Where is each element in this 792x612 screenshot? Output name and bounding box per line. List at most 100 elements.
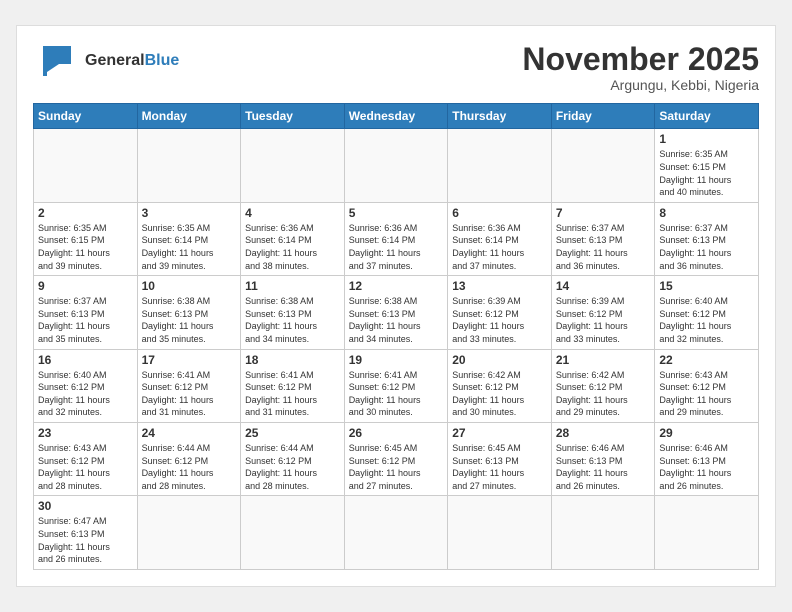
calendar-cell: 8Sunrise: 6:37 AM Sunset: 6:13 PM Daylig… xyxy=(655,202,759,275)
calendar-cell: 16 Sunrise: 6:40 AM Sunset: 6:12 PM Dayli… xyxy=(34,349,138,422)
calendar-cell: 28Sunrise: 6:46 AM Sunset: 6:13 PM Dayli… xyxy=(551,422,655,495)
calendar-cell: 5 Sunrise: 6:36 AM Sunset: 6:14 PM Daylig… xyxy=(344,202,448,275)
calendar-cell: 29 Sunrise: 6:46 AM Sunset: 6:13 PM Dayli… xyxy=(655,422,759,495)
calendar-cell: 3 Sunrise: 6:35 AM Sunset: 6:14 PM Daylig… xyxy=(137,202,241,275)
day-number: 12 xyxy=(349,279,444,293)
day-info: Sunrise: 6:38 AM Sunset: 6:13 PM Dayligh… xyxy=(142,295,237,345)
day-number: 28 xyxy=(556,426,651,440)
calendar-cell: 11Sunrise: 6:38 AM Sunset: 6:13 PM Dayli… xyxy=(241,276,345,349)
day-number: 27 xyxy=(452,426,547,440)
calendar-cell: 13Sunrise: 6:39 AM Sunset: 6:12 PM Dayli… xyxy=(448,276,552,349)
day-number: 26 xyxy=(349,426,444,440)
day-info: Sunrise: 6:43 AM Sunset: 6:12 PM Dayligh… xyxy=(659,369,754,419)
day-number: 21 xyxy=(556,353,651,367)
day-number: 14 xyxy=(556,279,651,293)
calendar-cell: 4 Sunrise: 6:36 AM Sunset: 6:14 PM Daylig… xyxy=(241,202,345,275)
calendar-cell xyxy=(241,496,345,569)
day-info: Sunrise: 6:37 AM Sunset: 6:13 PM Dayligh… xyxy=(556,222,651,272)
day-number: 1 xyxy=(659,132,754,146)
title-area: November 2025 Argungu, Kebbi, Nigeria xyxy=(522,42,759,93)
day-number: 3 xyxy=(142,206,237,220)
calendar-cell: 27 Sunrise: 6:45 AM Sunset: 6:13 PM Dayli… xyxy=(448,422,552,495)
day-number: 7 xyxy=(556,206,651,220)
day-number: 10 xyxy=(142,279,237,293)
calendar-cell: 25 Sunrise: 6:44 AM Sunset: 6:12 PM Dayli… xyxy=(241,422,345,495)
day-info: Sunrise: 6:44 AM Sunset: 6:12 PM Dayligh… xyxy=(245,442,340,492)
weekday-header-friday: Friday xyxy=(551,104,655,129)
calendar-cell xyxy=(241,129,345,202)
week-row-2: 9 Sunrise: 6:37 AM Sunset: 6:13 PM Daylig… xyxy=(34,276,759,349)
calendar-cell xyxy=(448,129,552,202)
day-info: Sunrise: 6:46 AM Sunset: 6:13 PM Dayligh… xyxy=(659,442,754,492)
day-info: Sunrise: 6:41 AM Sunset: 6:12 PM Dayligh… xyxy=(142,369,237,419)
logo-area: GeneralBlue xyxy=(33,42,179,80)
weekday-header-thursday: Thursday xyxy=(448,104,552,129)
day-info: Sunrise: 6:47 AM Sunset: 6:13 PM Dayligh… xyxy=(38,515,133,565)
calendar-cell xyxy=(34,129,138,202)
calendar-cell: 19Sunrise: 6:41 AM Sunset: 6:12 PM Dayli… xyxy=(344,349,448,422)
day-number: 18 xyxy=(245,353,340,367)
location: Argungu, Kebbi, Nigeria xyxy=(522,77,759,93)
calendar-cell: 20 Sunrise: 6:42 AM Sunset: 6:12 PM Dayli… xyxy=(448,349,552,422)
calendar-cell: 14Sunrise: 6:39 AM Sunset: 6:12 PM Dayli… xyxy=(551,276,655,349)
calendar-cell: 24Sunrise: 6:44 AM Sunset: 6:12 PM Dayli… xyxy=(137,422,241,495)
header: GeneralBlue November 2025 Argungu, Kebbi… xyxy=(33,42,759,93)
day-info: Sunrise: 6:45 AM Sunset: 6:13 PM Dayligh… xyxy=(452,442,547,492)
day-info: Sunrise: 6:37 AM Sunset: 6:13 PM Dayligh… xyxy=(38,295,133,345)
calendar-cell: 9 Sunrise: 6:37 AM Sunset: 6:13 PM Daylig… xyxy=(34,276,138,349)
day-number: 9 xyxy=(38,279,133,293)
day-info: Sunrise: 6:40 AM Sunset: 6:12 PM Dayligh… xyxy=(659,295,754,345)
calendar-cell xyxy=(137,496,241,569)
logo-icon xyxy=(33,42,81,80)
calendar-cell: 6 Sunrise: 6:36 AM Sunset: 6:14 PM Daylig… xyxy=(448,202,552,275)
day-number: 5 xyxy=(349,206,444,220)
logo-blue: Blue xyxy=(145,52,180,69)
week-row-5: 30 Sunrise: 6:47 AM Sunset: 6:13 PM Dayli… xyxy=(34,496,759,569)
day-info: Sunrise: 6:43 AM Sunset: 6:12 PM Dayligh… xyxy=(38,442,133,492)
day-number: 8 xyxy=(659,206,754,220)
day-info: Sunrise: 6:36 AM Sunset: 6:14 PM Dayligh… xyxy=(452,222,547,272)
calendar-cell: 26Sunrise: 6:45 AM Sunset: 6:12 PM Dayli… xyxy=(344,422,448,495)
calendar-cell: 12Sunrise: 6:38 AM Sunset: 6:13 PM Dayli… xyxy=(344,276,448,349)
calendar-cell: 7 Sunrise: 6:37 AM Sunset: 6:13 PM Daylig… xyxy=(551,202,655,275)
day-info: Sunrise: 6:36 AM Sunset: 6:14 PM Dayligh… xyxy=(349,222,444,272)
week-row-3: 16 Sunrise: 6:40 AM Sunset: 6:12 PM Dayli… xyxy=(34,349,759,422)
day-number: 4 xyxy=(245,206,340,220)
day-info: Sunrise: 6:35 AM Sunset: 6:14 PM Dayligh… xyxy=(142,222,237,272)
day-number: 16 xyxy=(38,353,133,367)
day-info: Sunrise: 6:40 AM Sunset: 6:12 PM Dayligh… xyxy=(38,369,133,419)
day-number: 15 xyxy=(659,279,754,293)
day-number: 11 xyxy=(245,279,340,293)
day-number: 13 xyxy=(452,279,547,293)
day-number: 20 xyxy=(452,353,547,367)
calendar-cell: 15 Sunrise: 6:40 AM Sunset: 6:12 PM Dayli… xyxy=(655,276,759,349)
day-info: Sunrise: 6:35 AM Sunset: 6:15 PM Dayligh… xyxy=(38,222,133,272)
day-number: 2 xyxy=(38,206,133,220)
day-number: 6 xyxy=(452,206,547,220)
day-info: Sunrise: 6:36 AM Sunset: 6:14 PM Dayligh… xyxy=(245,222,340,272)
day-number: 22 xyxy=(659,353,754,367)
day-number: 19 xyxy=(349,353,444,367)
day-info: Sunrise: 6:41 AM Sunset: 6:12 PM Dayligh… xyxy=(245,369,340,419)
week-row-4: 23 Sunrise: 6:43 AM Sunset: 6:12 PM Dayli… xyxy=(34,422,759,495)
calendar-cell xyxy=(448,496,552,569)
calendar-cell xyxy=(137,129,241,202)
day-info: Sunrise: 6:42 AM Sunset: 6:12 PM Dayligh… xyxy=(556,369,651,419)
calendar-grid: SundayMondayTuesdayWednesdayThursdayFrid… xyxy=(33,103,759,569)
calendar-cell: 1 Sunrise: 6:35 AM Sunset: 6:15 PM Daylig… xyxy=(655,129,759,202)
day-info: Sunrise: 6:42 AM Sunset: 6:12 PM Dayligh… xyxy=(452,369,547,419)
calendar-cell xyxy=(551,496,655,569)
day-number: 24 xyxy=(142,426,237,440)
calendar-cell: 17Sunrise: 6:41 AM Sunset: 6:12 PM Dayli… xyxy=(137,349,241,422)
day-number: 29 xyxy=(659,426,754,440)
weekday-header-saturday: Saturday xyxy=(655,104,759,129)
day-number: 30 xyxy=(38,499,133,513)
calendar-cell xyxy=(655,496,759,569)
logo-general: General xyxy=(85,52,145,69)
calendar-cell: 21 Sunrise: 6:42 AM Sunset: 6:12 PM Dayli… xyxy=(551,349,655,422)
weekday-header-sunday: Sunday xyxy=(34,104,138,129)
day-number: 23 xyxy=(38,426,133,440)
day-info: Sunrise: 6:35 AM Sunset: 6:15 PM Dayligh… xyxy=(659,148,754,198)
day-number: 25 xyxy=(245,426,340,440)
calendar-cell: 22 Sunrise: 6:43 AM Sunset: 6:12 PM Dayli… xyxy=(655,349,759,422)
